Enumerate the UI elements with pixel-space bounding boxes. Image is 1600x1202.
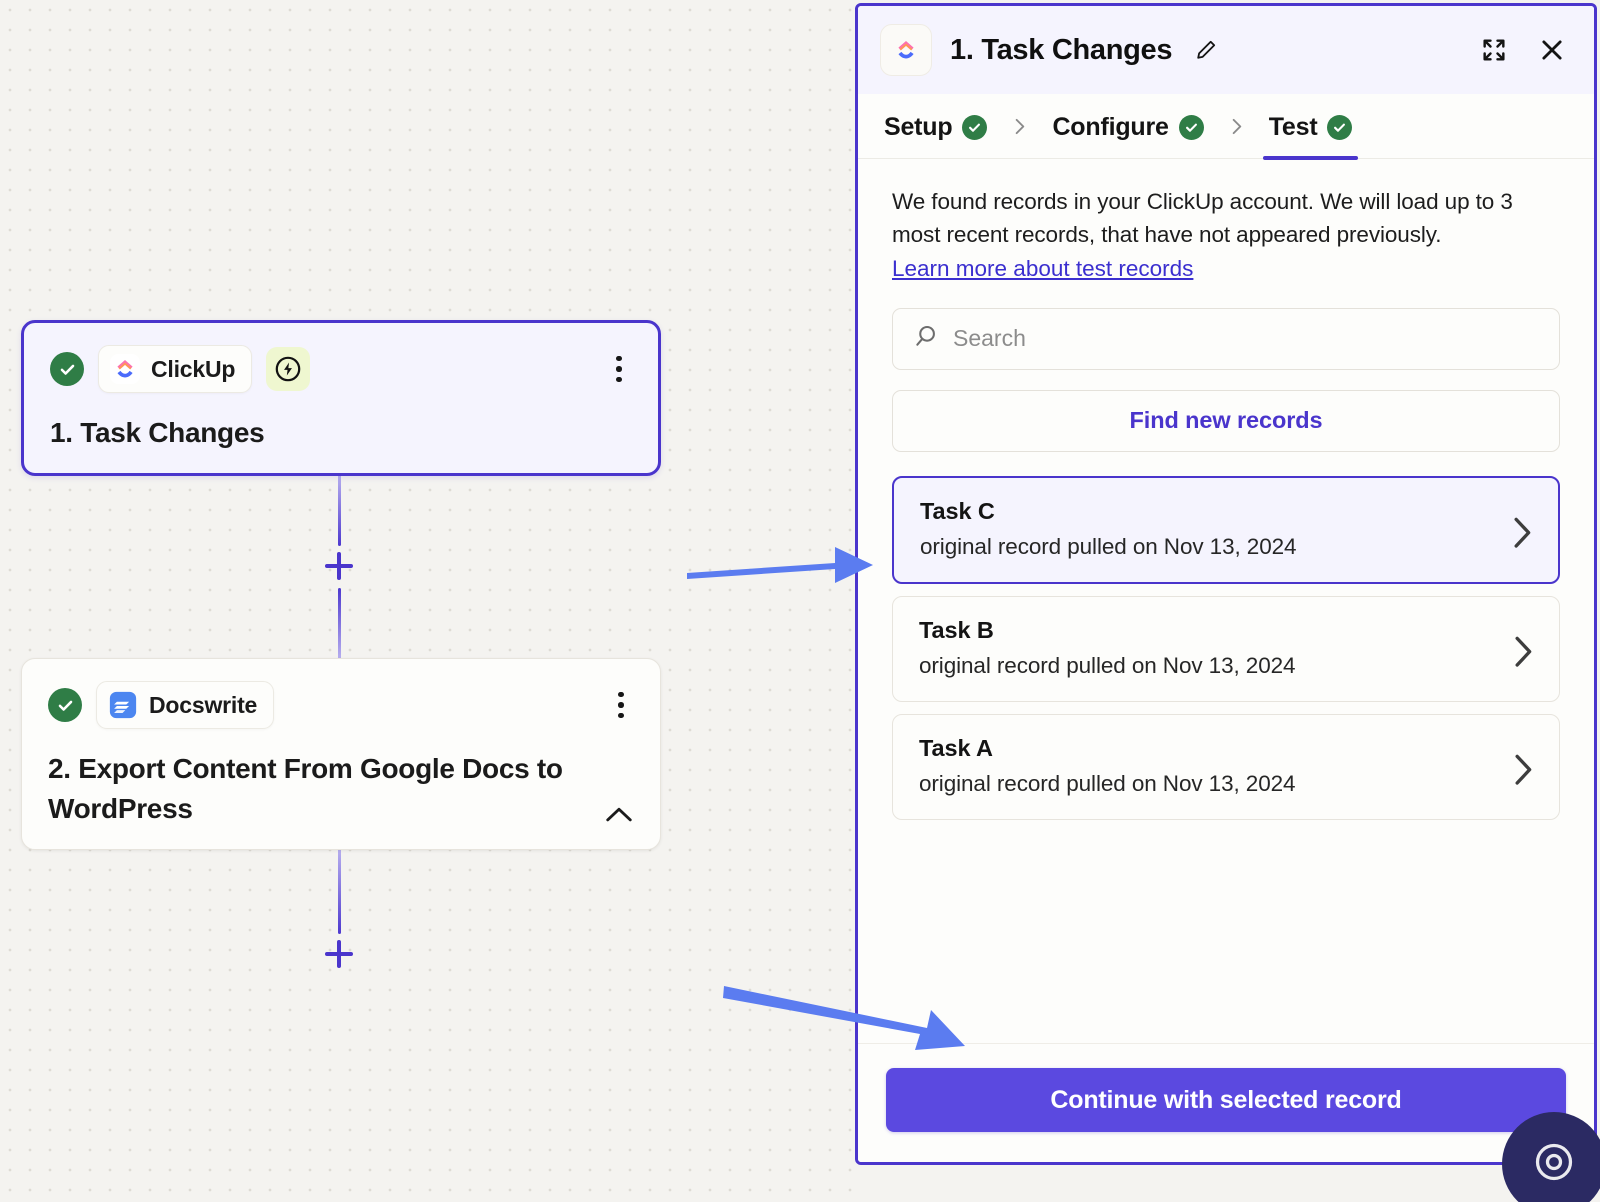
app-chip-docswrite[interactable]: Docswrite — [96, 681, 274, 729]
add-step-button-2[interactable] — [321, 936, 357, 972]
lightning-bolt-icon — [266, 347, 310, 391]
check-circle-icon — [50, 352, 84, 386]
record-name: Task B — [919, 617, 1537, 644]
record-card-task-b[interactable]: Task B original record pulled on Nov 13,… — [892, 596, 1560, 702]
kebab-menu-icon[interactable] — [608, 688, 634, 722]
chevron-right-icon[interactable] — [1513, 635, 1533, 663]
record-name: Task A — [919, 735, 1537, 762]
pencil-icon[interactable] — [1194, 38, 1218, 62]
chevron-right-icon[interactable] — [1513, 753, 1533, 781]
panel-footer: Continue with selected record — [858, 1043, 1594, 1162]
chat-bubble-icon — [1531, 1139, 1577, 1190]
workflow-node-action[interactable]: Docswrite 2. Export Content From Google … — [21, 658, 661, 850]
chevron-up-icon[interactable] — [604, 803, 634, 825]
clickup-logo-icon — [110, 354, 140, 384]
docswrite-logo-icon — [108, 690, 138, 720]
record-card-task-a[interactable]: Task A original record pulled on Nov 13,… — [892, 714, 1560, 820]
chevron-right-icon — [993, 94, 1046, 158]
find-new-records-button[interactable]: Find new records — [892, 390, 1560, 452]
record-card-task-c[interactable]: Task C original record pulled on Nov 13,… — [892, 476, 1560, 584]
add-step-button-1[interactable] — [321, 548, 357, 584]
panel-body: We found records in your ClickUp account… — [858, 159, 1594, 1043]
node-title: 2. Export Content From Google Docs to Wo… — [48, 749, 634, 829]
check-circle-icon — [48, 688, 82, 722]
tab-label: Configure — [1052, 113, 1168, 142]
search-input[interactable]: Search — [892, 308, 1560, 370]
check-circle-icon — [1327, 115, 1352, 140]
panel-title: 1. Task Changes — [950, 34, 1172, 67]
tab-test[interactable]: Test — [1263, 95, 1359, 158]
tab-setup[interactable]: Setup — [878, 95, 993, 158]
chevron-right-icon — [1210, 94, 1263, 158]
node-header: ClickUp — [50, 345, 632, 393]
expand-fullscreen-icon[interactable] — [1474, 30, 1514, 70]
check-circle-icon — [1179, 115, 1204, 140]
record-subtitle: original record pulled on Nov 13, 2024 — [919, 653, 1537, 679]
connector-line-2a — [338, 848, 341, 934]
record-subtitle: original record pulled on Nov 13, 2024 — [920, 534, 1536, 560]
screenshot-root: ClickUp 1. Task Changes — [0, 0, 1600, 1202]
check-circle-icon — [962, 115, 987, 140]
tab-label: Test — [1269, 113, 1318, 142]
chevron-right-icon[interactable] — [1512, 516, 1532, 544]
connector-line-1b — [338, 588, 341, 660]
close-x-icon[interactable] — [1532, 30, 1572, 70]
continue-with-selected-record-button[interactable]: Continue with selected record — [886, 1068, 1566, 1132]
node-header: Docswrite — [48, 681, 634, 729]
tab-label: Setup — [884, 113, 952, 142]
search-icon — [913, 323, 939, 354]
tab-configure[interactable]: Configure — [1046, 95, 1209, 158]
workflow-canvas[interactable]: ClickUp 1. Task Changes — [0, 0, 860, 1202]
test-records-description: We found records in your ClickUp account… — [892, 185, 1560, 252]
record-list: Task C original record pulled on Nov 13,… — [892, 476, 1560, 820]
connector-line-1a — [338, 474, 341, 546]
learn-more-link[interactable]: Learn more about test records — [892, 256, 1193, 282]
step-detail-panel: 1. Task Changes Setup — [855, 3, 1597, 1165]
panel-header: 1. Task Changes — [858, 6, 1594, 94]
kebab-menu-icon[interactable] — [606, 352, 632, 386]
record-name: Task C — [920, 498, 1536, 525]
node-title: 1. Task Changes — [50, 413, 632, 453]
step-tabs: Setup Configure Test — [858, 94, 1594, 159]
clickup-logo-icon — [880, 24, 932, 76]
app-chip-clickup[interactable]: ClickUp — [98, 345, 252, 393]
search-placeholder: Search — [953, 325, 1026, 352]
record-subtitle: original record pulled on Nov 13, 2024 — [919, 771, 1537, 797]
workflow-node-trigger[interactable]: ClickUp 1. Task Changes — [21, 320, 661, 476]
app-name-label: ClickUp — [151, 356, 235, 383]
app-name-label: Docswrite — [149, 692, 257, 719]
